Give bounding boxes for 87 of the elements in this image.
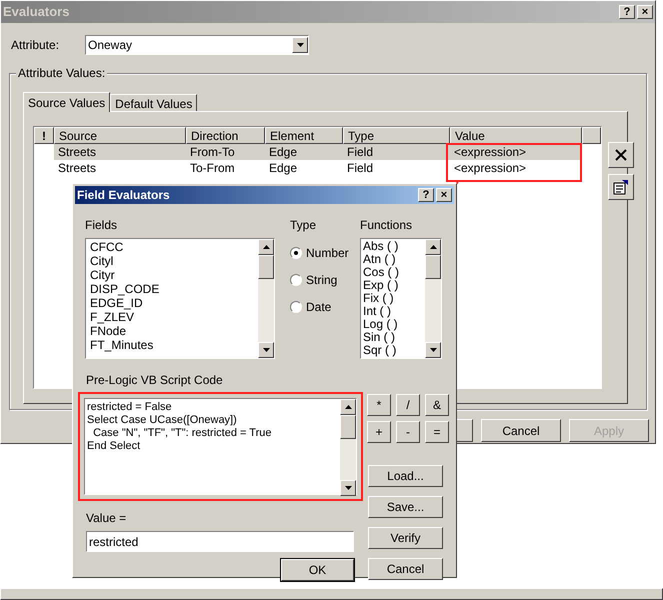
scrollbar[interactable]	[340, 399, 356, 496]
fields-label: Fields	[85, 217, 118, 234]
column-header[interactable]: !	[34, 127, 54, 144]
dialog-button[interactable]: Verify	[368, 527, 443, 549]
table-cell-text: <expression>	[453, 160, 528, 176]
scroll-down-icon	[344, 486, 352, 490]
function-item[interactable]: Fix ( )	[363, 292, 425, 305]
scroll-thumb[interactable]	[340, 415, 356, 439]
radio-label: Number	[306, 245, 349, 262]
field-item[interactable]: Cityl	[90, 254, 258, 268]
group-label: Attribute Values:	[16, 66, 108, 80]
field-item[interactable]: CFCC	[90, 240, 258, 254]
function-item[interactable]: Abs ( )	[363, 240, 425, 253]
operator-button[interactable]: /	[396, 394, 420, 416]
table-row[interactable]: Streets To-From Edge Field <expression>	[34, 160, 582, 176]
help-button[interactable]: ?	[418, 188, 434, 202]
value-label: Value =	[86, 510, 128, 527]
properties-icon	[613, 179, 629, 195]
tab[interactable]: Source Values	[23, 92, 110, 112]
scroll-thumb[interactable]	[425, 255, 441, 279]
dropdown-caret-icon	[296, 43, 304, 47]
code-label: Pre-Logic VB Script Code	[86, 372, 224, 389]
dialog-button[interactable]: Save...	[368, 496, 443, 518]
dialog-button[interactable]: Cancel	[481, 419, 561, 442]
scroll-up-icon	[430, 245, 436, 249]
tab[interactable]: Default Values	[110, 94, 198, 111]
table-cell: Streets	[54, 144, 186, 160]
function-item[interactable]: Sin ( )	[363, 331, 425, 344]
operator-button[interactable]: *	[367, 394, 391, 416]
table-cell: From-To	[186, 144, 265, 160]
dialog-button[interactable]: Cancel	[368, 558, 443, 580]
column-header[interactable]: Source	[54, 127, 186, 144]
table-cell-text: To-From	[189, 160, 236, 176]
attribute-dropdown[interactable]: Oneway	[85, 35, 309, 55]
function-item[interactable]: Log ( )	[363, 318, 425, 331]
field-item[interactable]: FNode	[90, 324, 258, 338]
scrollbar[interactable]	[425, 239, 441, 358]
type-label: Type	[290, 217, 318, 234]
value-field[interactable]: restricted	[86, 531, 354, 552]
scroll-up-icon	[262, 245, 270, 249]
function-item[interactable]: Int ( )	[363, 305, 425, 318]
radio-label: String	[306, 272, 338, 289]
operator-button[interactable]: +	[367, 421, 391, 443]
scrollbar[interactable]	[258, 239, 274, 358]
code-editor[interactable]: restricted = False Select Case UCase([Oneway]) Case "N", "TF", "T": restricted = True End Select	[84, 398, 357, 495]
column-header[interactable]: Type	[343, 127, 450, 144]
function-item[interactable]: Exp ( )	[363, 279, 425, 292]
field-item[interactable]: F_ZLEV	[90, 310, 258, 324]
scroll-down-icon	[430, 348, 436, 352]
field-item[interactable]: FT_Minutes	[90, 338, 258, 352]
attribute-label: Attribute:	[11, 37, 60, 54]
function-item[interactable]: Cos ( )	[363, 266, 425, 279]
ok-button[interactable]: OK	[281, 559, 354, 581]
properties-button[interactable]	[608, 174, 634, 200]
function-item[interactable]: Sqr ( )	[363, 344, 425, 357]
column-header[interactable]: Value	[450, 127, 582, 144]
radio-button[interactable]	[290, 274, 302, 286]
table-cell-text: Edge	[268, 160, 298, 176]
table-cell-text: Streets	[57, 160, 98, 176]
operator-button[interactable]: -	[396, 421, 420, 443]
field-item[interactable]: EDGE_ID	[90, 296, 258, 310]
functions-label: Functions	[360, 217, 414, 234]
close-button[interactable]: ×	[436, 188, 452, 202]
function-item[interactable]: Atn ( )	[363, 253, 425, 266]
operator-button[interactable]: &	[425, 394, 449, 416]
table-row[interactable]: Streets From-To Edge Field <expression>	[34, 144, 582, 160]
field-item[interactable]: Cityr	[90, 268, 258, 282]
operator-button[interactable]: =	[425, 421, 449, 443]
scroll-thumb[interactable]	[258, 255, 274, 279]
close-icon	[615, 149, 627, 161]
scroll-down-icon	[262, 348, 270, 352]
column-header[interactable]: Direction	[186, 127, 265, 144]
window-title: Evaluators	[3, 3, 70, 22]
table-cell: Field	[343, 144, 450, 160]
help-button[interactable]: ?	[619, 5, 635, 19]
radio-label: Date	[306, 299, 332, 316]
window-title: Field Evaluators	[77, 187, 170, 204]
radio-button[interactable]	[290, 247, 302, 259]
table-cell: Edge	[265, 144, 343, 160]
column-header[interactable]: Element	[265, 127, 343, 144]
delete-button[interactable]	[608, 142, 634, 168]
dialog-button[interactable]: Load...	[368, 465, 443, 487]
table-cell-text: Field	[346, 160, 374, 176]
table-cell: <expression>	[450, 144, 582, 160]
field-item[interactable]: DISP_CODE	[90, 282, 258, 296]
close-button[interactable]: ×	[637, 5, 653, 19]
radio-button[interactable]	[290, 301, 302, 313]
